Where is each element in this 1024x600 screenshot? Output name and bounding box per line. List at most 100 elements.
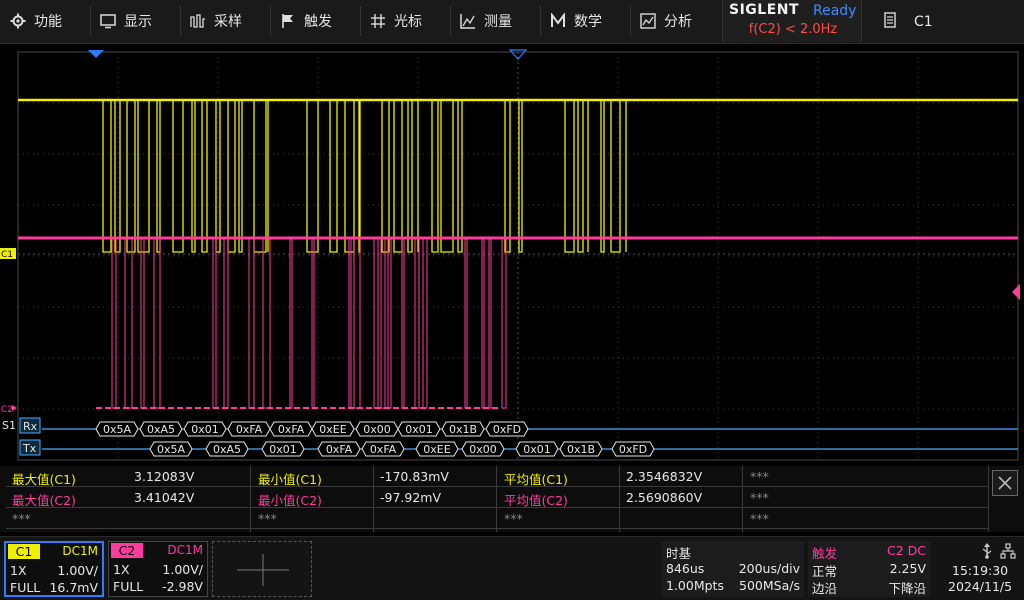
- clock-panel: 15:19:30 2024/11/5: [936, 541, 1022, 597]
- timebase-scale: 200us/div: [738, 561, 800, 576]
- menu-acquire-button[interactable]: 采样: [190, 0, 242, 42]
- decoded-byte: 0x5A: [157, 443, 186, 456]
- timebase-title: 时基: [666, 546, 692, 561]
- display-icon: [100, 13, 116, 29]
- close-icon: [998, 476, 1012, 490]
- rx-decode-bus: 0x5A 0xA5 0x01 0xFA 0xFA 0xEE 0x00 0x01 0x1B 0xFD: [42, 421, 1018, 437]
- measurement-label[interactable]: 平均值(C1): [504, 469, 568, 488]
- timebase-panel[interactable]: 时基 846us 200us/div 1.00Mpts 500MSa/s: [662, 541, 804, 597]
- measurement-value: -170.83mV: [380, 469, 449, 484]
- timebase-rate: 500MSa/s: [739, 578, 800, 593]
- decoded-byte: 0x1B: [567, 443, 595, 456]
- menu-measure-button[interactable]: 测量: [460, 0, 512, 42]
- cursor-icon: [370, 13, 386, 29]
- measurement-label[interactable]: 最大值(C2): [12, 490, 76, 509]
- menu-utility-button[interactable]: 功能: [10, 0, 62, 42]
- ch2-settings-box[interactable]: C2 DC1M 1X 1.00V/ FULL -2.98V: [108, 541, 208, 597]
- decoded-byte: 0x1B: [449, 423, 477, 436]
- ch1-marker-label: C1: [1, 250, 13, 260]
- decoded-byte: 0x01: [191, 423, 219, 436]
- ch1-coupling: DC1M: [62, 544, 98, 558]
- menu-label: 分析: [664, 14, 692, 30]
- measurement-label[interactable]: ***: [504, 511, 523, 526]
- measure-icon: [460, 13, 476, 29]
- measurement-label[interactable]: ***: [750, 469, 769, 484]
- decoded-byte: 0xFA: [278, 423, 305, 436]
- menu-display-button[interactable]: 显示: [100, 0, 152, 42]
- ch1-tag: C1: [8, 544, 40, 559]
- trigger-level: 2.25V: [889, 561, 926, 576]
- measurement-label[interactable]: ***: [12, 511, 31, 526]
- decoded-byte: 0xFA: [370, 443, 397, 456]
- add-channel-pad[interactable]: [212, 541, 312, 597]
- ch1-settings-box[interactable]: C1 DC1M 1X 1.00V/ FULL 16.7mV: [4, 541, 104, 597]
- trigger-position-marker[interactable]: [88, 50, 104, 58]
- trigger-panel[interactable]: 触发 C2 DC 正常 2.25V 边沿 下降沿: [808, 541, 930, 597]
- menu-label: 测量: [484, 14, 512, 30]
- measurement-value: 3.41042V: [134, 490, 195, 505]
- analysis-icon: [640, 13, 656, 29]
- channel-select-button[interactable]: C1: [884, 12, 933, 32]
- measurement-label[interactable]: ***: [258, 511, 277, 526]
- top-menu-bar: 功能 显示 采样 触发 光标 测量 数学 分析 SIGLENT Ready f(…: [0, 0, 1024, 44]
- rx-label: Rx: [23, 420, 38, 433]
- measurement-value: 3.12083V: [134, 469, 195, 484]
- measurement-label[interactable]: 平均值(C2): [504, 490, 568, 509]
- decoded-byte: 0xA5: [213, 443, 241, 456]
- acquire-icon: [190, 13, 206, 29]
- decoded-byte: 0x00: [469, 443, 497, 456]
- clock-date: 2024/11/5: [948, 579, 1013, 594]
- status-panel: SIGLENT Ready f(C2) < 2.0Hz: [722, 0, 862, 42]
- waveform-display[interactable]: C1 C2 S1 Rx Tx 0x5A 0xA5 0x01 0xFA 0xFA 0xEE 0…: [0, 46, 1024, 464]
- menu-label: 数学: [574, 14, 602, 30]
- decoded-byte: 0xEE: [319, 423, 346, 436]
- math-icon: [550, 13, 566, 29]
- measurement-row: 最大值(C1) 3.12083V 最小值(C1) -170.83mV 平均值(C1) 2.…: [6, 467, 988, 487]
- waveform-canvas: C1 C2 S1 Rx Tx 0x5A 0xA5 0x01 0xFA 0xFA 0xEE 0…: [0, 49, 1020, 461]
- network-icon: [1000, 543, 1016, 559]
- menu-trigger-button[interactable]: 触发: [280, 0, 332, 42]
- ch2-marker-label: C2: [1, 405, 13, 415]
- measurement-label[interactable]: ***: [750, 511, 769, 526]
- measurement-label[interactable]: 最大值(C1): [12, 469, 76, 488]
- decoded-byte: 0x01: [405, 423, 433, 436]
- menu-label: 触发: [304, 14, 332, 30]
- ch2-ground-marker[interactable]: [12, 405, 17, 411]
- measurement-label[interactable]: ***: [750, 490, 769, 505]
- channel-select-label: C1: [914, 14, 933, 30]
- ch1-scale: 1.00V/: [57, 563, 98, 578]
- ch1-bandwidth: FULL: [10, 580, 41, 595]
- measurement-label[interactable]: 最小值(C2): [258, 490, 322, 509]
- brand-logo: SIGLENT: [729, 2, 800, 18]
- timebase-points: 1.00Mpts: [666, 578, 724, 593]
- measurement-value: 2.5690860V: [626, 490, 703, 505]
- menu-math-button[interactable]: 数学: [550, 0, 602, 42]
- decoded-byte: 0x01: [269, 443, 297, 456]
- serial-bus-label: S1: [2, 419, 16, 432]
- measurement-label[interactable]: 最小值(C1): [258, 469, 322, 488]
- measurement-panel: 最大值(C1) 3.12083V 最小值(C1) -170.83mV 平均值(C1) 2.…: [0, 466, 1024, 532]
- measurement-close-button[interactable]: [992, 470, 1018, 496]
- measurement-row: *** *** *** ***: [6, 509, 988, 529]
- menu-label: 采样: [214, 14, 242, 30]
- measurement-value: -97.92mV: [380, 490, 442, 505]
- menu-analysis-button[interactable]: 分析: [640, 0, 692, 42]
- trigger-flag-icon: [280, 13, 296, 29]
- menu-label: 显示: [124, 14, 152, 30]
- trigger-slope: 下降沿: [888, 581, 926, 596]
- crosshair-icon: [237, 554, 289, 586]
- menu-label: 功能: [34, 14, 62, 30]
- decoded-byte: 0x00: [363, 423, 391, 436]
- decoded-byte: 0xFD: [493, 423, 521, 436]
- ch1-probe: 1X: [10, 563, 27, 578]
- timebase-delay: 846us: [666, 561, 705, 576]
- decoded-byte: 0xFD: [619, 443, 647, 456]
- trigger-type: 边沿: [812, 581, 838, 596]
- trigger-level-marker[interactable]: [1012, 284, 1020, 300]
- bottom-status-bar: C1 DC1M 1X 1.00V/ FULL 16.7mV C2 DC1M 1X…: [0, 536, 1024, 600]
- ch2-probe: 1X: [113, 562, 130, 577]
- decoded-byte: 0xFA: [236, 423, 263, 436]
- graticule: [17, 51, 1019, 461]
- menu-cursor-button[interactable]: 光标: [370, 0, 422, 42]
- tx-label: Tx: [22, 442, 37, 455]
